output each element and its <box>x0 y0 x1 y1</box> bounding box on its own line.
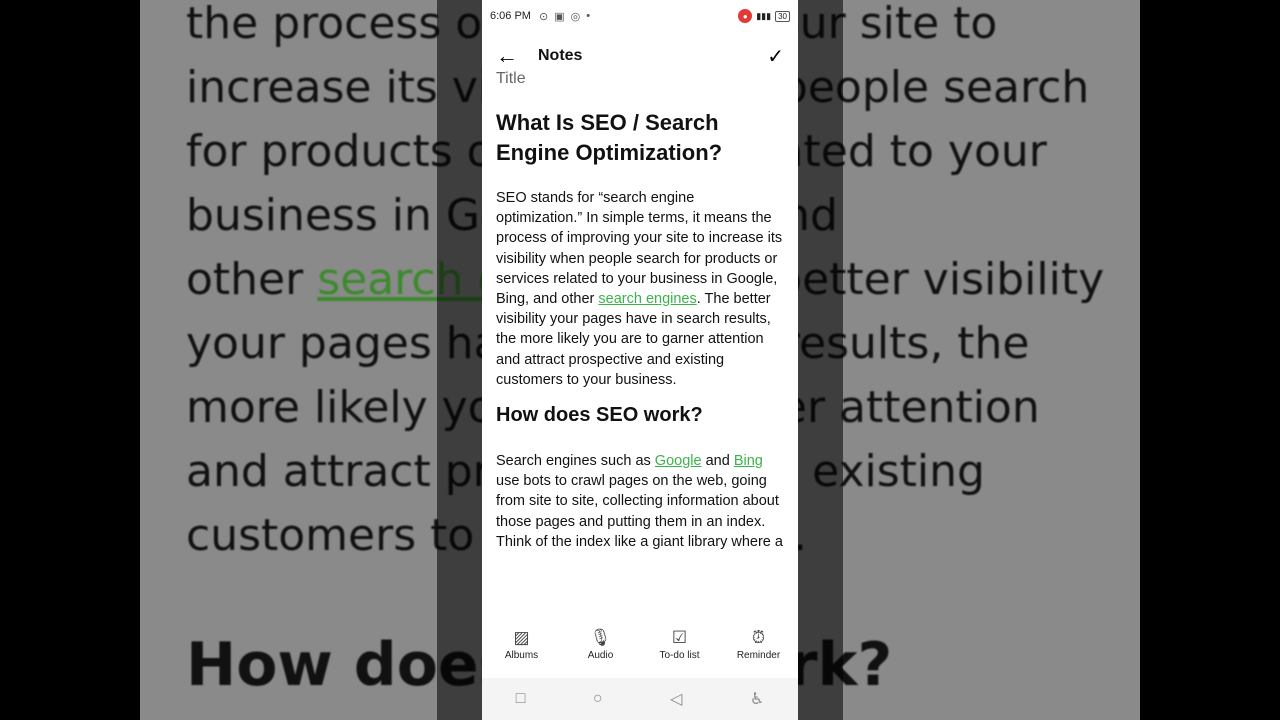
app-title: Notes <box>538 47 583 64</box>
screen-record-icon: ● <box>738 9 753 23</box>
audio-button[interactable]: 🎙︎ Audio <box>566 628 636 661</box>
back-arrow-icon[interactable]: ← <box>496 43 518 69</box>
note-editor[interactable]: Title What Is SEO / Search Engine Optimi… <box>482 70 798 615</box>
status-time: 6:06 PM <box>490 10 531 22</box>
alarm-clock-icon: ⏰︎ <box>751 628 766 647</box>
signal-icon: ▮▮▮ <box>756 10 772 21</box>
note-paragraph-1: SEO stands for “search engine optimizati… <box>496 188 784 390</box>
download-notification-icon: ▣ <box>554 10 565 23</box>
note-heading-2: How does SEO work? <box>496 404 703 427</box>
home-circle-icon[interactable]: ○ <box>593 690 603 708</box>
bing-link[interactable]: Bing <box>734 453 763 469</box>
bg-line-text: other <box>186 254 318 305</box>
notification-icons: ⊙ ▣ ◎ • <box>539 10 590 23</box>
google-link[interactable]: Google <box>655 453 702 469</box>
image-icon: ▨ <box>513 628 530 647</box>
note-heading-1: What Is SEO / Search Engine Optimization… <box>496 110 723 165</box>
paragraph-text: use bots to crawl pages on the web, goin… <box>496 473 783 550</box>
microphone-icon: 🎙︎ <box>589 628 612 647</box>
albums-label: Albums <box>504 650 539 661</box>
paragraph-text: Search engines such as <box>496 453 655 470</box>
check-circle-icon: ☑ <box>671 628 688 647</box>
note-title-field[interactable]: Title <box>496 70 784 88</box>
phone-screen: 6:06 PM ⊙ ▣ ◎ • ● ▮▮▮ 30 ← Notes ✓ Title… <box>482 0 798 720</box>
paragraph-text: SEO stands for “search engine optimizati… <box>496 190 783 308</box>
system-nav-bar: □ ○ ◁ ♿︎ <box>482 678 798 720</box>
background-shade-left <box>437 0 482 720</box>
done-check-icon[interactable]: ✓ <box>767 44 784 69</box>
note-toolbar: ▨ Albums 🎙︎ Audio ☑ To-do list ⏰︎ Remind… <box>482 628 798 661</box>
more-notifications-dot-icon: • <box>586 10 591 22</box>
status-right: ● ▮▮▮ 30 <box>738 9 790 23</box>
accessibility-icon[interactable]: ♿︎ <box>750 689 764 709</box>
reminder-button[interactable]: ⏰︎ Reminder <box>724 628 794 661</box>
record-notification-icon: ⊙ <box>538 10 549 23</box>
albums-button[interactable]: ▨ Albums <box>487 628 557 661</box>
battery-icon: 30 <box>775 10 790 22</box>
todo-list-label: To-do list <box>659 650 700 661</box>
recents-square-icon[interactable]: □ <box>516 690 526 708</box>
background-shade-right <box>798 0 843 720</box>
audio-label: Audio <box>587 650 614 661</box>
status-bar: 6:06 PM ⊙ ▣ ◎ • ● ▮▮▮ 30 <box>482 0 798 32</box>
whatsapp-icon: ◎ <box>570 10 581 23</box>
note-paragraph-2: Search engines such as Google and Bing u… <box>496 451 784 552</box>
paragraph-text: and <box>701 453 734 470</box>
back-triangle-icon[interactable]: ◁ <box>670 689 682 709</box>
search-engines-link[interactable]: search engines <box>598 291 696 307</box>
todo-list-button[interactable]: ☑ To-do list <box>645 628 715 661</box>
reminder-label: Reminder <box>736 650 781 661</box>
